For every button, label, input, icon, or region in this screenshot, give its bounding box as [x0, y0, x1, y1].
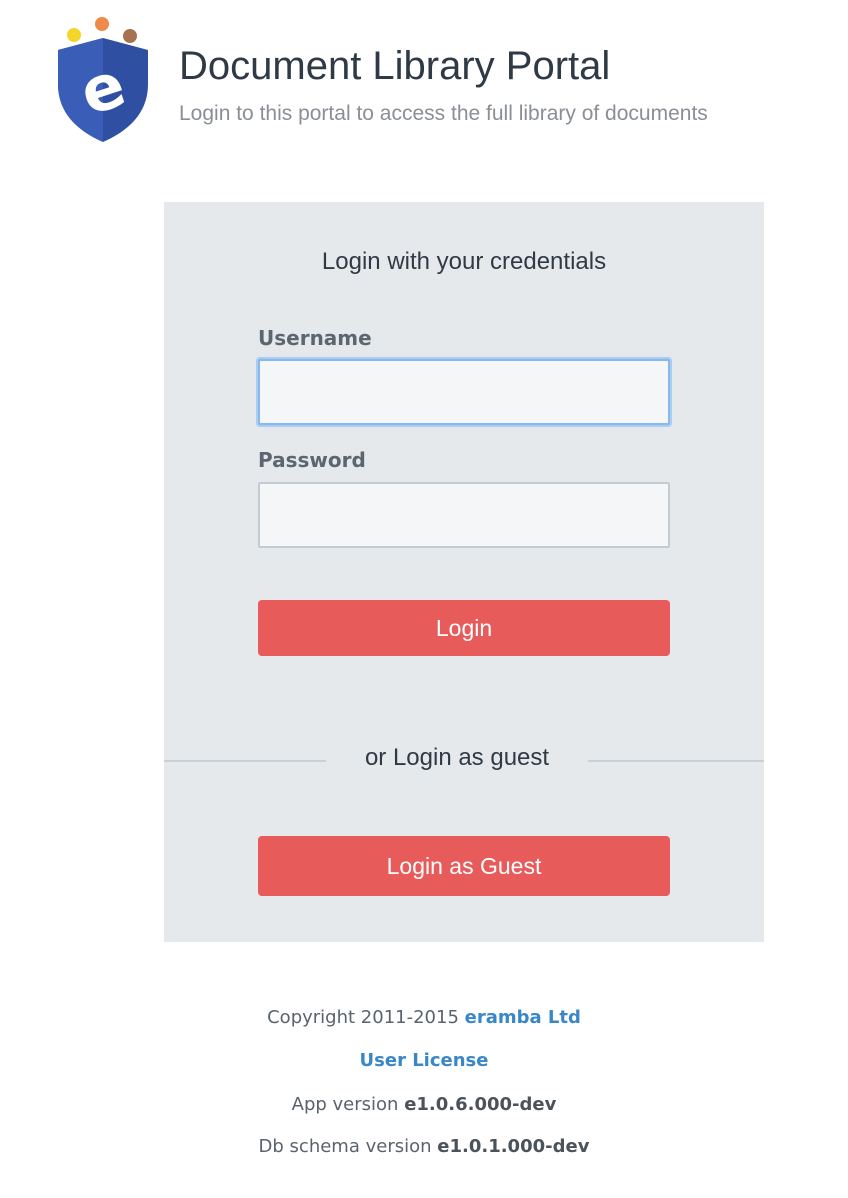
divider-left: [164, 760, 326, 762]
app-version-value: e1.0.6.000-dev: [404, 1094, 557, 1115]
password-input[interactable]: [258, 482, 670, 548]
eramba-shield-logo-icon: e: [50, 14, 156, 146]
divider-right: [588, 760, 764, 762]
page-title: Document Library Portal: [179, 44, 611, 88]
app-version-label: App version: [291, 1094, 399, 1115]
page-subtitle: Login to this portal to access the full …: [179, 102, 708, 125]
footer-license: User License: [0, 1049, 848, 1073]
login-panel: Login with your credentials Username Pas…: [164, 202, 764, 942]
footer-app-version: App version e1.0.6.000-dev: [0, 1093, 848, 1117]
username-label: Username: [258, 326, 372, 350]
password-label: Password: [258, 448, 366, 472]
company-link[interactable]: eramba Ltd: [465, 1007, 581, 1028]
login-heading: Login with your credentials: [321, 248, 607, 275]
username-input[interactable]: [258, 359, 670, 425]
copyright-text: Copyright 2011-2015: [267, 1007, 459, 1028]
user-license-link[interactable]: User License: [360, 1050, 489, 1071]
guest-divider-text: or Login as guest: [364, 744, 550, 771]
footer-db-version: Db schema version e1.0.1.000-dev: [0, 1135, 848, 1159]
footer-copyright: Copyright 2011-2015 eramba Ltd: [0, 1006, 848, 1030]
db-version-value: e1.0.1.000-dev: [437, 1136, 590, 1157]
login-as-guest-button[interactable]: Login as Guest: [258, 836, 670, 896]
login-button[interactable]: Login: [258, 600, 670, 656]
db-version-label: Db schema version: [258, 1136, 432, 1157]
